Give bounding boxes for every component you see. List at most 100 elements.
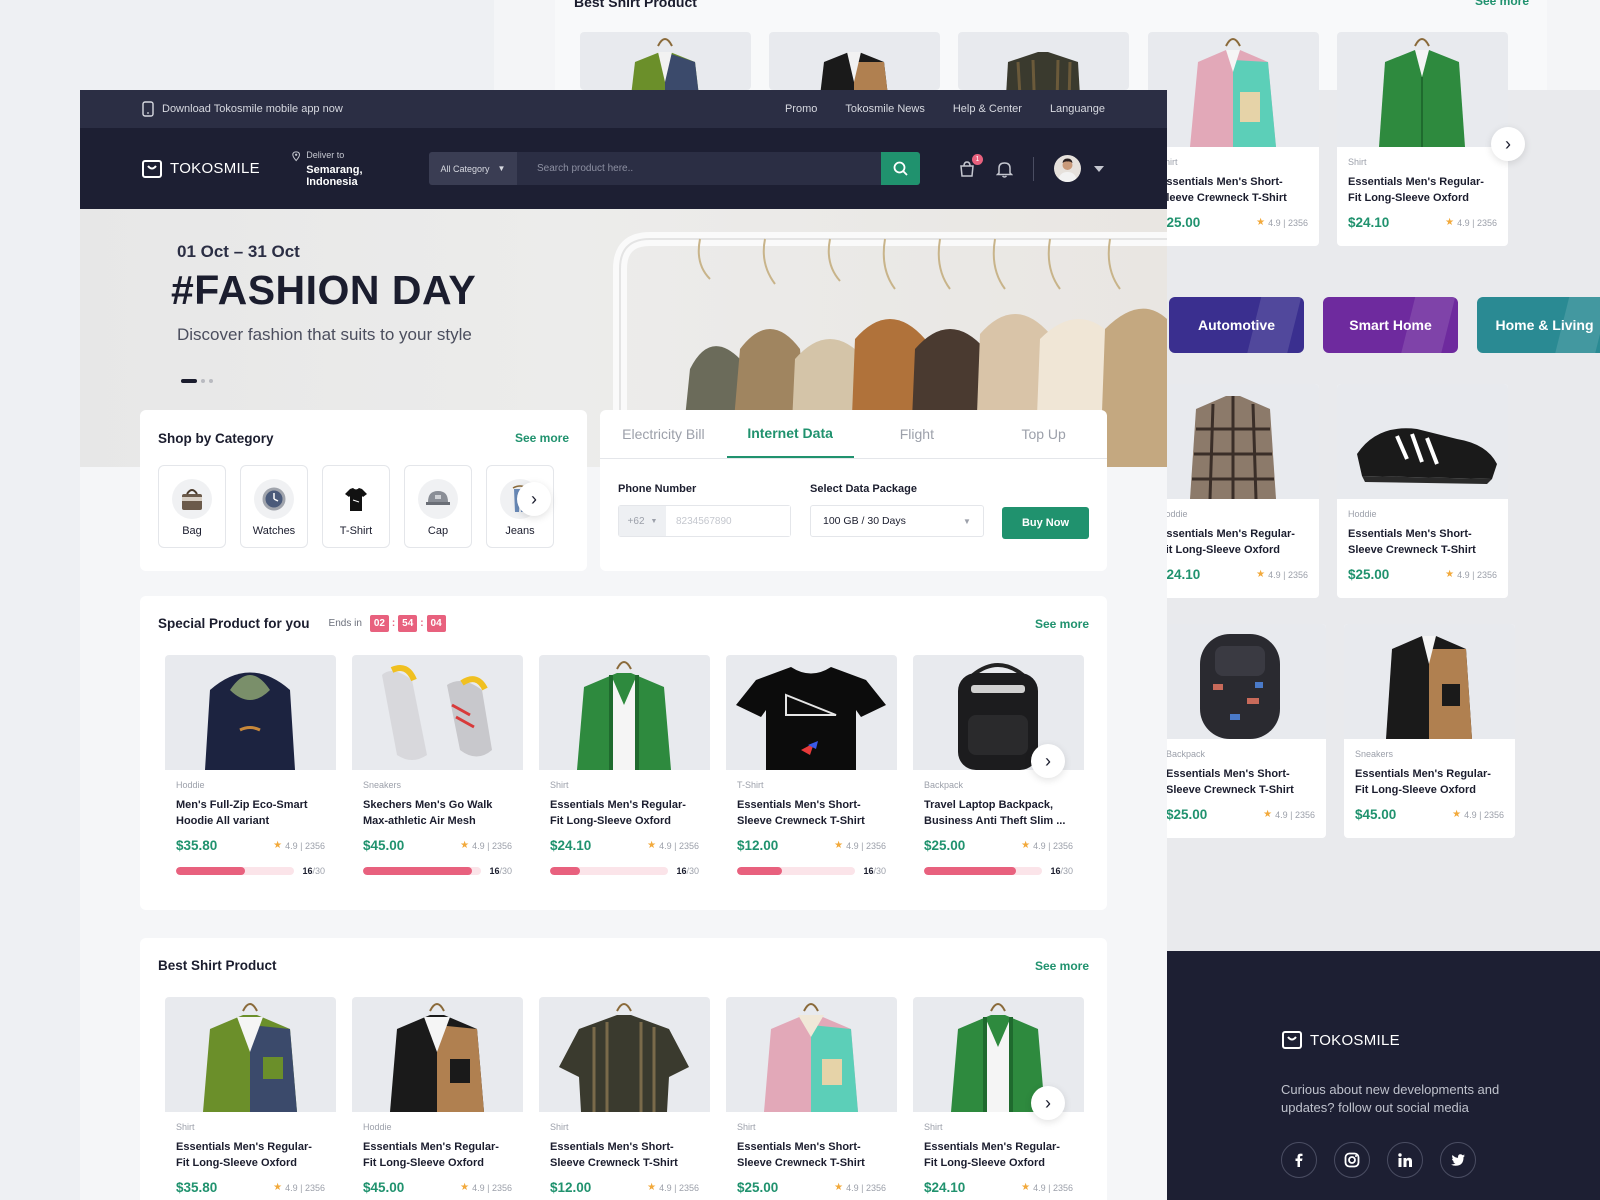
footer-logo[interactable]: TOKOSMILE [1282, 1031, 1400, 1049]
product-rating: 4.9 | 2356 [846, 840, 886, 851]
data-package-select[interactable]: 100 GB / 30 Days ▼ [810, 505, 984, 537]
cart-button[interactable]: 1 [958, 153, 983, 178]
background-next-arrow-button[interactable]: › [1491, 127, 1525, 161]
stock-count: 16/30 [863, 866, 886, 876]
country-code-select[interactable]: +62 ▼ [619, 506, 666, 536]
product-card[interactable]: T-Shirt Essentials Men's Short-Sleeve Cre… [726, 655, 897, 879]
product-image [726, 655, 897, 770]
download-app-link[interactable]: Download Tokosmile mobile app now [142, 101, 343, 117]
data-package-label: Select Data Package [810, 483, 918, 495]
bag-icon [172, 479, 212, 519]
product-name: Essentials Men's Regular-Fit Long-Sleeve… [176, 1141, 312, 1169]
background-product-card[interactable] [580, 32, 751, 90]
tile-label: Automotive [1198, 317, 1275, 333]
product-image [539, 997, 710, 1112]
phone-number-input[interactable] [666, 506, 790, 536]
phone-number-field: +62 ▼ [618, 505, 791, 537]
stock-progress: 16/30 [363, 866, 512, 876]
product-card[interactable]: Hoddie Men's Full-Zip Eco-Smart Hoodie Al… [165, 655, 336, 879]
logo[interactable]: TOKOSMILE [142, 159, 260, 178]
background-product-card[interactable]: Shirt Essentials Men's Regular-Fit Long-… [1337, 32, 1508, 246]
topbar-link-language[interactable]: Languange [1050, 103, 1105, 115]
product-card[interactable]: Shirt Essentials Men's Short-Sleeve Crewn… [539, 997, 710, 1200]
topbar-link-help[interactable]: Help & Center [953, 103, 1022, 115]
category-next-arrow-button[interactable]: › [517, 482, 551, 516]
facebook-icon[interactable] [1281, 1142, 1317, 1178]
category-tile-automotive[interactable]: Automotive [1169, 297, 1304, 353]
best-shirt-next-arrow-button[interactable]: › [1031, 1086, 1065, 1120]
avatar[interactable] [1054, 155, 1081, 182]
background-product-card[interactable]: Hoddie Essentials Men's Short-Sleeve Cre… [1337, 384, 1508, 598]
bill-tabs: Electricity Bill Internet Data Flight To… [600, 410, 1107, 459]
product-rating: 4.9 | 2356 [472, 1182, 512, 1193]
category-item-watches[interactable]: Watches [240, 465, 308, 548]
product-image [1148, 32, 1319, 147]
product-card[interactable]: Sneakers Skechers Men's Go Walk Max-athle… [352, 655, 523, 879]
notification-button[interactable] [996, 160, 1013, 178]
product-category: Shirt [1159, 157, 1178, 167]
product-card[interactable]: Shirt Essentials Men's Regular-Fit Long-S… [165, 997, 336, 1200]
topbar-link-promo[interactable]: Promo [785, 103, 817, 115]
tab-top-up[interactable]: Top Up [980, 410, 1107, 458]
social-links [1281, 1142, 1476, 1178]
stock-count: 16/30 [489, 866, 512, 876]
category-tile-home-living[interactable]: Home & Living [1477, 297, 1600, 353]
category-item-cap[interactable]: Cap [404, 465, 472, 548]
countdown-timer: Ends in 02: 54: 04 [329, 615, 446, 632]
background-product-card[interactable]: Backpack Essentials Men's Short-Sleeve C… [1155, 624, 1326, 838]
product-rating: 4.9 | 2356 [1033, 840, 1073, 851]
tshirt-icon [336, 479, 376, 519]
background-product-card[interactable]: Sneakers Essentials Men's Regular-Fit Lo… [1344, 624, 1515, 838]
data-package-group: Select Data Package 100 GB / 30 Days ▼ [810, 483, 984, 537]
instagram-icon[interactable] [1334, 1142, 1370, 1178]
search-button[interactable] [881, 152, 920, 185]
cap-icon [418, 479, 458, 519]
stock-count: 16/30 [1050, 866, 1073, 876]
stock-total: 30 [501, 866, 512, 876]
topbar-link-news[interactable]: Tokosmile News [845, 103, 924, 115]
timer-seconds: 04 [426, 615, 446, 632]
category-select[interactable]: All Category ▼ [429, 152, 517, 185]
category-item-tshirt[interactable]: T-Shirt [322, 465, 390, 548]
stock-sold: 16 [1050, 866, 1061, 876]
background-see-more-link[interactable]: See more [1475, 0, 1529, 8]
linkedin-icon[interactable] [1387, 1142, 1423, 1178]
tab-flight[interactable]: Flight [854, 410, 981, 458]
product-image [1155, 624, 1326, 739]
product-card[interactable]: Hoddie Essentials Men's Regular-Fit Long-… [352, 997, 523, 1200]
special-see-more-link[interactable]: See more [1035, 617, 1089, 631]
carousel-dot[interactable] [209, 379, 213, 383]
product-image [165, 997, 336, 1112]
product-price: $12.00 [737, 838, 779, 853]
tab-electricity-bill[interactable]: Electricity Bill [600, 410, 727, 458]
stock-progress: 16/30 [924, 866, 1073, 876]
search-bar: All Category ▼ [429, 152, 920, 185]
product-price: $25.00 [1348, 567, 1390, 582]
tab-internet-data[interactable]: Internet Data [726, 410, 854, 458]
product-card[interactable]: Shirt Essentials Men's Short-Sleeve Crewn… [726, 997, 897, 1200]
background-product-card[interactable]: Shirt Essentials Men's Short-Sleeve Crew… [1148, 32, 1319, 246]
carousel-dot[interactable] [201, 379, 205, 383]
product-card[interactable]: Shirt Essentials Men's Regular-Fit Long-S… [539, 655, 710, 879]
background-product-card[interactable] [958, 32, 1129, 90]
product-price: $24.10 [924, 1180, 966, 1195]
background-product-card[interactable] [769, 32, 940, 90]
star-icon: ★ [834, 1182, 844, 1193]
category-item-bag[interactable]: Bag [158, 465, 226, 548]
background-product-card[interactable]: Hoddie Essentials Men's Regular-Fit Long… [1148, 384, 1319, 598]
twitter-icon[interactable] [1440, 1142, 1476, 1178]
profile-menu-toggle[interactable] [1093, 165, 1105, 173]
special-next-arrow-button[interactable]: › [1031, 744, 1065, 778]
product-category: Shirt [550, 1122, 569, 1132]
product-price: $45.00 [363, 838, 405, 853]
deliver-location[interactable]: Deliver to Semarang, Indonesia [292, 150, 398, 188]
category-see-more-link[interactable]: See more [515, 431, 569, 445]
search-input[interactable] [517, 152, 881, 185]
category-tile-smart-home[interactable]: Smart Home [1323, 297, 1458, 353]
bill-payment-card: Electricity Bill Internet Data Flight To… [600, 410, 1107, 571]
carousel-dot-active[interactable] [181, 379, 197, 383]
best-shirt-see-more-link[interactable]: See more [1035, 959, 1089, 973]
buy-now-button[interactable]: Buy Now [1002, 507, 1089, 539]
star-icon: ★ [1263, 809, 1273, 820]
stock-total: 30 [688, 866, 699, 876]
